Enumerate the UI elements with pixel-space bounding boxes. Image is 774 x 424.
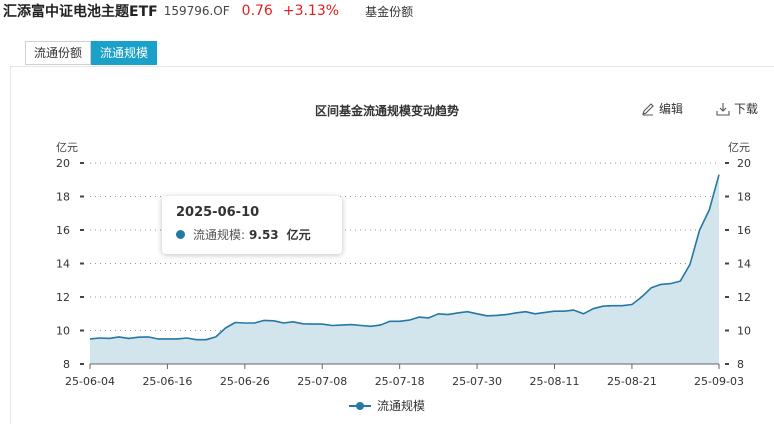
- x-tick-label: 25-06-26: [220, 375, 270, 388]
- y-tick-label-right: 12: [737, 291, 751, 304]
- y-tick-label-right: 10: [737, 325, 751, 338]
- x-tick-label: 25-06-04: [65, 375, 115, 388]
- chart-tooltip: 2025-06-10 流通规模: 9.53 亿元: [162, 196, 342, 254]
- x-tick-label: 25-09-03: [694, 375, 744, 388]
- tooltip-row: 流通规模: 9.53 亿元: [176, 226, 328, 243]
- x-tick-label: 25-07-08: [297, 375, 347, 388]
- tooltip-value: 9.53: [249, 227, 279, 242]
- tooltip-date: 2025-06-10: [176, 205, 260, 220]
- y-tick-label-right: 8: [737, 358, 744, 371]
- y-tick-label-left: 16: [56, 224, 70, 237]
- tooltip-series-label: 流通规模:: [193, 228, 246, 242]
- chart-legend[interactable]: 流通规模: [0, 397, 774, 414]
- x-tick-label: 25-08-11: [530, 375, 580, 388]
- y-tick-label-right: 16: [737, 224, 751, 237]
- tooltip-unit: 亿元: [286, 228, 311, 242]
- y-tick-label-right: 18: [737, 191, 751, 204]
- y-tick-label-left: 10: [56, 325, 70, 338]
- y-tick-label-right: 20: [737, 157, 751, 170]
- legend-line-marker-icon: [348, 401, 371, 411]
- x-tick-label: 25-07-30: [452, 375, 502, 388]
- y-tick-label-left: 14: [56, 258, 70, 271]
- y-tick-label-left: 12: [56, 291, 70, 304]
- x-tick-label: 25-06-16: [142, 375, 192, 388]
- x-tick-label: 25-07-18: [375, 375, 425, 388]
- y-tick-label-left: 18: [56, 191, 70, 204]
- x-tick-label: 25-08-21: [607, 375, 657, 388]
- y-tick-label-right: 14: [737, 258, 751, 271]
- scale-trend-chart[interactable]: 8 8 10 10 12 12 14 14 16 16 18 18 20 20 25-06-04 25-06-…: [0, 0, 774, 424]
- series-marker-icon: [176, 230, 185, 239]
- legend-label: 流通规模: [376, 399, 425, 413]
- y-tick-label-left: 8: [63, 358, 70, 371]
- y-tick-label-left: 20: [56, 157, 70, 170]
